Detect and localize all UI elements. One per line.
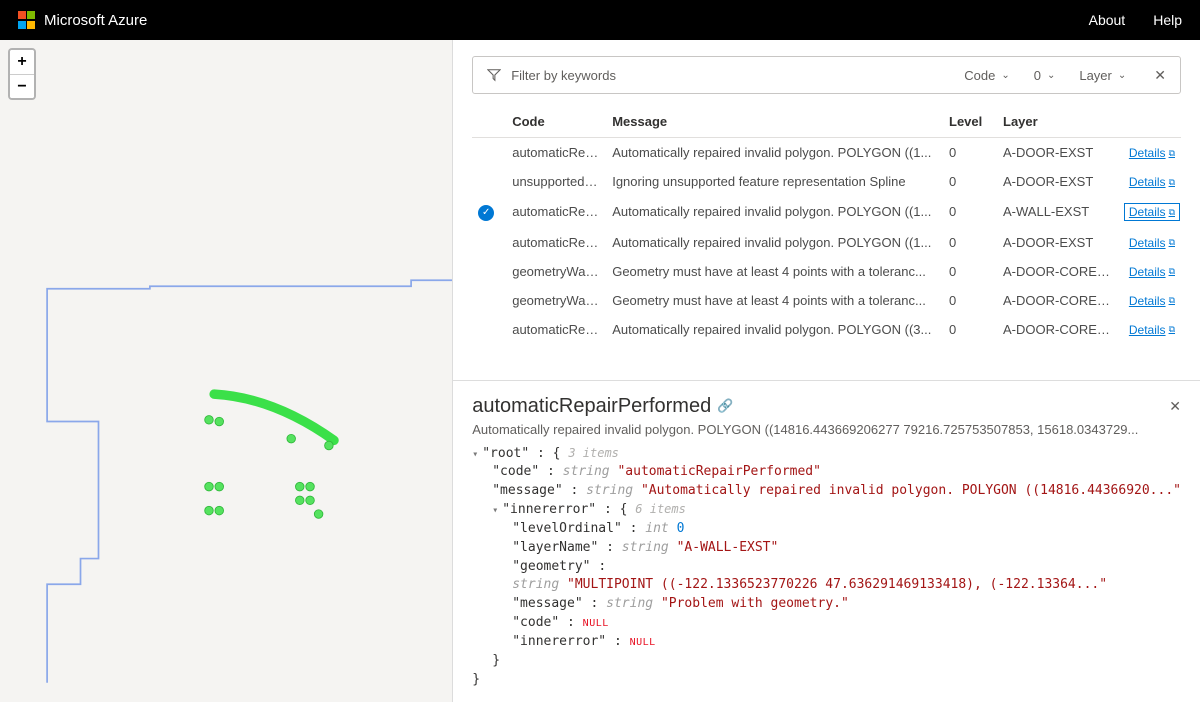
cell-code: automaticRepair...	[506, 138, 606, 168]
cell-layer: A-DOOR-CORE-EXST	[997, 286, 1117, 315]
json-tree: ▾"root" : { 3 items "code" : string "aut…	[472, 445, 1181, 690]
cell-message: Automatically repaired invalid polygon. …	[606, 196, 943, 228]
chevron-down-icon: ⌄	[1047, 70, 1055, 81]
link-icon[interactable]: 🔗	[717, 398, 733, 414]
detail-close-icon[interactable]: ✕	[1169, 398, 1181, 415]
cell-message: Ignoring unsupported feature representat…	[606, 167, 943, 196]
cell-message: Automatically repaired invalid polygon. …	[606, 138, 943, 168]
chevron-down-icon: ⌄	[1118, 70, 1126, 81]
cell-level: 0	[943, 257, 997, 286]
map-canvas	[0, 40, 452, 702]
external-link-icon: ⧉	[1169, 266, 1175, 277]
table-row[interactable]: geometryWarningGeometry must have at lea…	[472, 257, 1181, 286]
details-link[interactable]: Details ⧉	[1129, 323, 1175, 337]
col-code[interactable]: Code	[506, 104, 606, 138]
table-row[interactable]: geometryWarningGeometry must have at lea…	[472, 286, 1181, 315]
external-link-icon: ⧉	[1169, 295, 1175, 306]
cell-code: automaticRepair...	[506, 196, 606, 228]
checkmark-icon: ✓	[478, 205, 494, 221]
cell-level: 0	[943, 228, 997, 257]
cell-message: Automatically repaired invalid polygon. …	[606, 315, 943, 344]
details-link[interactable]: Details ⧉	[1124, 203, 1180, 221]
cell-message: Automatically repaired invalid polygon. …	[606, 228, 943, 257]
cell-message: Geometry must have at least 4 points wit…	[606, 286, 943, 315]
brand-text: Microsoft Azure	[44, 12, 147, 29]
cell-code: unsupportedFeat...	[506, 167, 606, 196]
detail-panel: automaticRepairPerformed 🔗 ✕ Automatical…	[453, 380, 1200, 702]
right-pane: Filter by keywords Code ⌄ 0 ⌄ Layer ⌄ ✕ …	[453, 40, 1200, 702]
details-link[interactable]: Details ⧉	[1129, 265, 1175, 279]
header-nav: About Help	[1089, 12, 1182, 28]
col-layer[interactable]: Layer	[997, 104, 1117, 138]
cell-layer: A-WALL-EXST	[997, 196, 1117, 228]
chevron-down-icon: ⌄	[1001, 70, 1009, 81]
nav-about[interactable]: About	[1089, 12, 1126, 28]
cell-level: 0	[943, 138, 997, 168]
col-level[interactable]: Level	[943, 104, 997, 138]
external-link-icon: ⧉	[1169, 148, 1175, 159]
cell-layer: A-DOOR-EXST	[997, 167, 1117, 196]
errors-table: Code Message Level Layer automaticRepair…	[472, 104, 1181, 344]
cell-layer: A-DOOR-CORE-EXST	[997, 257, 1117, 286]
cell-code: automaticRepair...	[506, 228, 606, 257]
external-link-icon: ⧉	[1169, 177, 1175, 188]
details-link[interactable]: Details ⧉	[1129, 146, 1175, 160]
cell-layer: A-DOOR-EXST	[997, 228, 1117, 257]
table-row[interactable]: automaticRepair...Automatically repaired…	[472, 315, 1181, 344]
table-row[interactable]: unsupportedFeat...Ignoring unsupported f…	[472, 167, 1181, 196]
details-link[interactable]: Details ⧉	[1129, 175, 1175, 189]
filter-bar: Filter by keywords Code ⌄ 0 ⌄ Layer ⌄ ✕	[472, 56, 1181, 94]
detail-subtitle: Automatically repaired invalid polygon. …	[472, 422, 1181, 437]
external-link-icon: ⧉	[1169, 207, 1175, 218]
microsoft-logo-icon	[18, 11, 36, 29]
cell-message: Geometry must have at least 4 points wit…	[606, 257, 943, 286]
table-row[interactable]: automaticRepair...Automatically repaired…	[472, 228, 1181, 257]
brand: Microsoft Azure	[18, 11, 147, 29]
nav-help[interactable]: Help	[1153, 12, 1182, 28]
cell-level: 0	[943, 196, 997, 228]
cell-level: 0	[943, 286, 997, 315]
cell-layer: A-DOOR-EXST	[997, 138, 1117, 168]
filter-input[interactable]: Filter by keywords	[511, 68, 954, 83]
table-row[interactable]: automaticRepair...Automatically repaired…	[472, 138, 1181, 168]
filter-layer-dropdown[interactable]: Layer ⌄	[1079, 68, 1126, 83]
app-header: Microsoft Azure About Help	[0, 0, 1200, 40]
filter-code-dropdown[interactable]: Code ⌄	[964, 68, 1009, 83]
details-link[interactable]: Details ⧉	[1129, 294, 1175, 308]
details-link[interactable]: Details ⧉	[1129, 236, 1175, 250]
external-link-icon: ⧉	[1169, 237, 1175, 248]
filter-level-dropdown[interactable]: 0 ⌄	[1034, 68, 1056, 83]
cell-level: 0	[943, 167, 997, 196]
cell-code: automaticRepair...	[506, 315, 606, 344]
close-icon[interactable]: ✕	[1154, 67, 1166, 84]
map-pane[interactable]: + −	[0, 40, 453, 702]
cell-layer: A-DOOR-CORE-EXST	[997, 315, 1117, 344]
col-message[interactable]: Message	[606, 104, 943, 138]
external-link-icon: ⧉	[1169, 324, 1175, 335]
cell-code: geometryWarning	[506, 257, 606, 286]
detail-title: automaticRepairPerformed 🔗	[472, 395, 733, 418]
main: + − Filter by keywords Code ⌄	[0, 40, 1200, 702]
cell-level: 0	[943, 315, 997, 344]
table-row[interactable]: ✓ automaticRepair...Automatically repaire…	[472, 196, 1181, 228]
filter-icon	[487, 68, 501, 82]
cell-code: geometryWarning	[506, 286, 606, 315]
